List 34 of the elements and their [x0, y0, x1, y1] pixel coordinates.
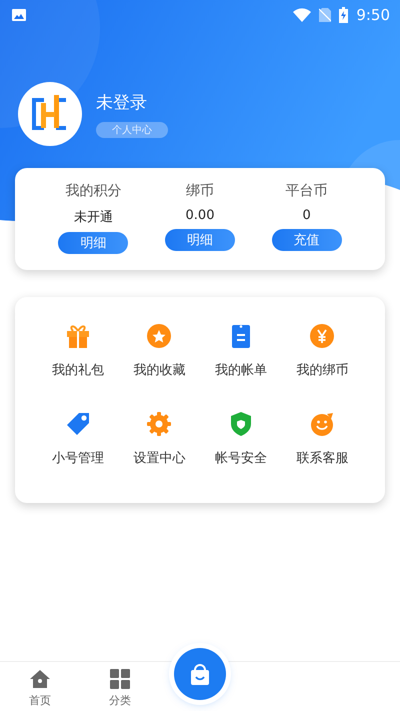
menu-item[interactable]: 设置中心	[133, 449, 186, 467]
tab-item[interactable]: 分类	[109, 693, 131, 708]
menu-item[interactable]: 联系客服	[296, 449, 348, 467]
status-time: 9:50	[356, 6, 390, 24]
balance-value: 0	[302, 208, 311, 223]
grid-icon	[110, 669, 130, 689]
gift-icon	[64, 323, 91, 349]
shop-button[interactable]	[174, 648, 226, 700]
balance-action-button[interactable]: 明细	[58, 232, 128, 254]
no-sim-icon	[319, 8, 332, 22]
avatar-logo	[18, 82, 82, 146]
yen-coin-icon	[309, 323, 336, 349]
balance-label: 绑币	[186, 182, 214, 200]
balance-value: 0.00	[186, 208, 214, 223]
menu-item[interactable]: 我的帐单	[214, 361, 267, 379]
menu-item[interactable]: 我的绑币	[296, 361, 348, 379]
menu-item[interactable]: 帐号安全	[214, 449, 267, 467]
menu-item[interactable]: 小号管理	[52, 449, 104, 467]
home-icon	[29, 669, 51, 689]
wifi-icon	[293, 8, 312, 22]
balance-value: 未开通	[74, 209, 113, 226]
user-name: 未登录	[96, 92, 147, 112]
balance-action-button[interactable]: 充值	[272, 229, 342, 251]
gear-icon	[146, 411, 172, 437]
smiley-icon	[309, 411, 336, 437]
image-icon	[12, 9, 26, 21]
balance-action-button[interactable]: 明细	[164, 229, 235, 251]
battery-charging-icon	[339, 7, 348, 23]
balance-label: 平台币	[286, 182, 328, 200]
menu-item[interactable]: 我的收藏	[133, 361, 186, 379]
tab-item[interactable]: 首页	[29, 693, 51, 708]
menu-item[interactable]: 我的礼包	[52, 361, 104, 379]
balance-label: 我的积分	[65, 182, 122, 200]
tag-icon	[64, 411, 91, 437]
